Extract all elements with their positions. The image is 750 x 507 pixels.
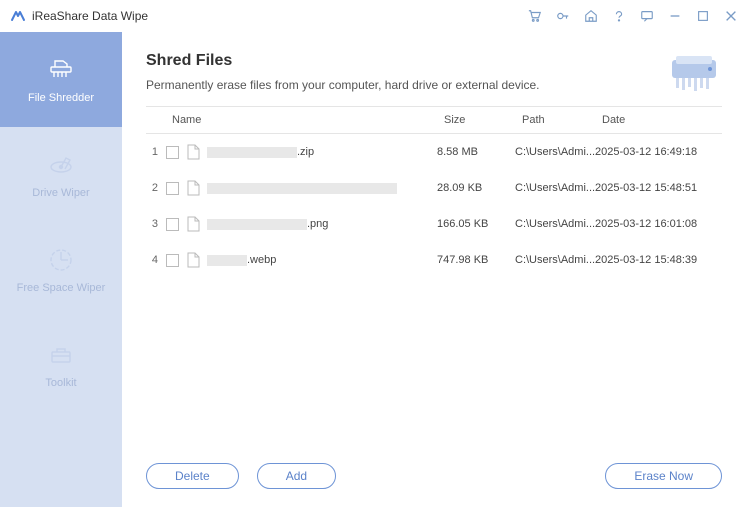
sidebar-item-label: Free Space Wiper: [17, 282, 106, 294]
file-path: C:\Users\Admi...: [515, 182, 595, 194]
file-table: Name Size Path Date 1.zip8.58 MBC:\Users…: [146, 106, 722, 453]
col-header-date[interactable]: Date: [602, 114, 722, 126]
col-header-name[interactable]: Name: [172, 114, 444, 126]
file-size: 8.58 MB: [437, 146, 515, 158]
file-path: C:\Users\Admi...: [515, 146, 595, 158]
drive-icon: [47, 151, 75, 179]
file-date: 2025-03-12 15:48:39: [595, 254, 722, 266]
home-icon[interactable]: [584, 9, 598, 23]
row-number: 3: [146, 218, 158, 230]
sidebar-item-free-space-wiper[interactable]: Free Space Wiper: [0, 222, 122, 317]
table-row[interactable]: 3 .png166.05 KBC:\Users\Admi...2025-03-12…: [146, 206, 722, 242]
delete-button[interactable]: Delete: [146, 463, 239, 489]
close-icon[interactable]: [724, 9, 738, 23]
file-icon: [187, 143, 201, 161]
sidebar-item-label: Toolkit: [45, 377, 76, 389]
file-name: [207, 183, 437, 194]
table-row[interactable]: 4 .webp747.98 KBC:\Users\Admi...2025-03-1…: [146, 242, 722, 278]
file-name: .zip: [207, 146, 437, 158]
titlebar-left: iReaShare Data Wipe: [10, 8, 148, 24]
feedback-icon[interactable]: [640, 9, 654, 23]
row-checkbox[interactable]: [166, 254, 179, 267]
titlebar: iReaShare Data Wipe: [0, 0, 750, 32]
file-name: .png: [207, 218, 437, 230]
file-path: C:\Users\Admi...: [515, 218, 595, 230]
minimize-icon[interactable]: [668, 9, 682, 23]
toolkit-icon: [47, 341, 75, 369]
sidebar-item-label: Drive Wiper: [32, 187, 89, 199]
sidebar-item-file-shredder[interactable]: File Shredder: [0, 32, 122, 127]
sidebar-item-toolkit[interactable]: Toolkit: [0, 317, 122, 412]
row-checkbox[interactable]: [166, 182, 179, 195]
sidebar-item-label: File Shredder: [28, 92, 94, 104]
file-date: 2025-03-12 16:49:18: [595, 146, 722, 158]
row-number: 1: [146, 146, 158, 158]
app-title: iReaShare Data Wipe: [32, 9, 148, 23]
page-title: Shred Files: [146, 52, 666, 70]
add-button[interactable]: Add: [257, 463, 336, 489]
help-icon[interactable]: [612, 9, 626, 23]
maximize-icon[interactable]: [696, 9, 710, 23]
table-header: Name Size Path Date: [146, 106, 722, 134]
cart-icon[interactable]: [528, 9, 542, 23]
app-logo-icon: [10, 8, 26, 24]
key-icon[interactable]: [556, 9, 570, 23]
file-date: 2025-03-12 15:48:51: [595, 182, 722, 194]
file-size: 166.05 KB: [437, 218, 515, 230]
file-size: 747.98 KB: [437, 254, 515, 266]
sidebar-item-drive-wiper[interactable]: Drive Wiper: [0, 127, 122, 222]
file-path: C:\Users\Admi...: [515, 254, 595, 266]
row-number: 2: [146, 182, 158, 194]
titlebar-controls: [528, 9, 738, 23]
col-header-path[interactable]: Path: [522, 114, 602, 126]
main-content: Shred Files Permanently erase files from…: [122, 32, 750, 507]
file-icon: [187, 251, 201, 269]
file-name: .webp: [207, 254, 437, 266]
footer: Delete Add Erase Now: [146, 453, 722, 495]
table-row[interactable]: 1 .zip8.58 MBC:\Users\Admi...2025-03-12 1…: [146, 134, 722, 170]
file-date: 2025-03-12 16:01:08: [595, 218, 722, 230]
row-checkbox[interactable]: [166, 218, 179, 231]
table-row[interactable]: 2 28.09 KBC:\Users\Admi...2025-03-12 15:4…: [146, 170, 722, 206]
erase-now-button[interactable]: Erase Now: [605, 463, 722, 489]
file-size: 28.09 KB: [437, 182, 515, 194]
shredder-icon: [47, 56, 75, 84]
shredder-graphic-icon: [666, 52, 722, 94]
row-number: 4: [146, 254, 158, 266]
sidebar: File Shredder Drive Wiper Free Space Wip…: [0, 32, 122, 507]
file-icon: [187, 179, 201, 197]
page-subtitle: Permanently erase files from your comput…: [146, 78, 666, 92]
file-icon: [187, 215, 201, 233]
col-header-size[interactable]: Size: [444, 114, 522, 126]
row-checkbox[interactable]: [166, 146, 179, 159]
freespace-icon: [47, 246, 75, 274]
